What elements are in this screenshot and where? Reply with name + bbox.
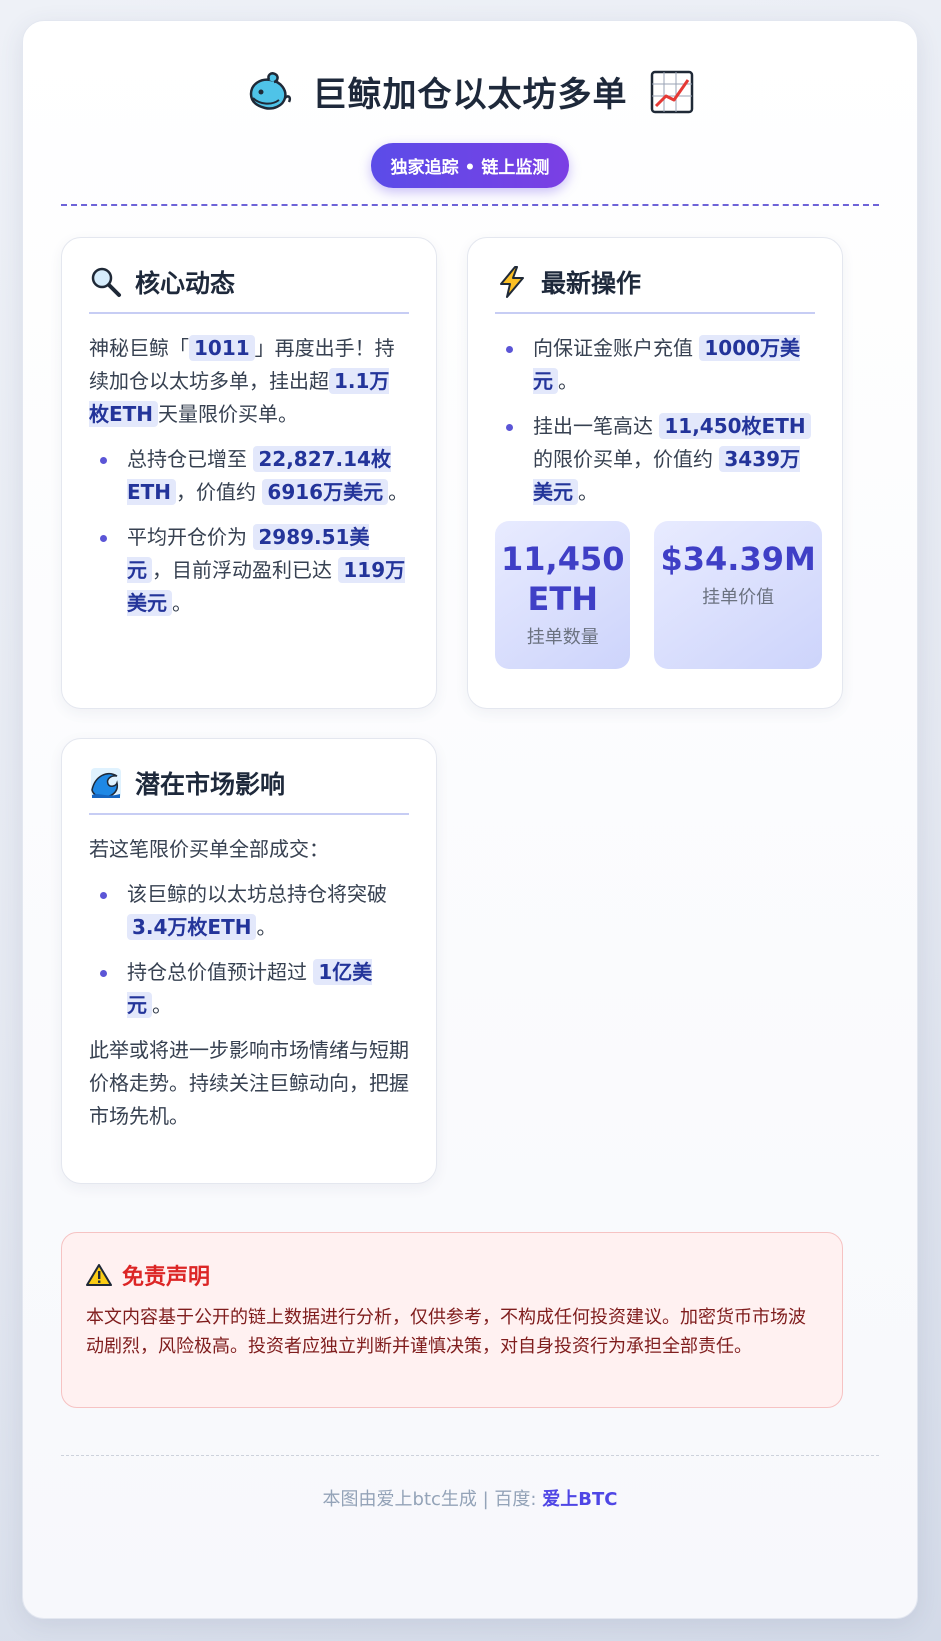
- impact-bullets: 该巨鲸的以太坊总持仓将突破 3.4万枚ETH。 持仓总价值预计超过 1亿美元。: [89, 878, 409, 1022]
- list-item: 挂出一笔高达 11,450枚ETH的限价买单，价值约 3439万美元。: [495, 410, 815, 509]
- latest-operations-card: 最新操作 向保证金账户充值 1000万美元。 挂出一笔高达 11,450枚ETH…: [467, 237, 843, 709]
- tracking-badge: 独家追踪 • 链上监测: [370, 143, 570, 188]
- stat-order-quantity: 11,450 ETH 挂单数量: [495, 521, 631, 669]
- whale-icon: [249, 71, 291, 110]
- footer-divider: [61, 1455, 879, 1456]
- warning-icon: [86, 1264, 112, 1286]
- disclaimer-title: 免责声明: [122, 1265, 211, 1290]
- card-header: 核心动态: [89, 264, 409, 314]
- infographic-card: 巨鲸加仓以太坊多单 独家追踪 • 链上监测 核心动态 神秘巨鲸「 1011 」再度出…: [22, 20, 918, 1619]
- market-impact-card: 潜在市场影响 若这笔限价买单全部成交： 该巨鲸的以太坊总持仓将突破 3.4万枚E…: [61, 738, 437, 1184]
- lightning-icon: [500, 266, 524, 298]
- page-title: 巨鲸加仓以太坊多单: [312, 75, 628, 115]
- card-header: 最新操作: [495, 264, 815, 314]
- stat-label: 挂单数量: [526, 627, 599, 648]
- footer-text: 本图由爱上btc生成 | 百度:: [322, 1489, 543, 1510]
- disclaimer-box: 免责声明 本文内容基于公开的链上数据进行分析，仅供参考，不构成任何投资建议。加密…: [61, 1232, 843, 1408]
- card-title: 潜在市场影响: [135, 770, 286, 799]
- list-item: 总持仓已增至 22,827.14枚ETH ，价值约 6916万美元。: [89, 443, 409, 509]
- ops-bullets: 向保证金账户充值 1000万美元。 挂出一笔高达 11,450枚ETH的限价买单…: [495, 332, 815, 509]
- footer-brand-link[interactable]: 爱上BTC: [542, 1489, 617, 1510]
- magnifier-icon: [91, 267, 121, 297]
- list-item: 向保证金账户充值 1000万美元。: [495, 332, 815, 398]
- impact-outro: 此举或将进一步影响市场情绪与短期价格走势。持续关注巨鲸动向，把握市场先机。: [89, 1038, 409, 1128]
- stat-label: 挂单价值: [702, 587, 775, 608]
- title-row: 巨鲸加仓以太坊多单: [23, 67, 917, 116]
- stat-value: 11,450 ETH: [501, 540, 625, 618]
- stat-order-value: $34.39M 挂单价值: [654, 521, 822, 669]
- chart-increasing-icon: [650, 70, 693, 113]
- core-dynamics-card: 核心动态 神秘巨鲸「 1011 」再度出手！持续加仓以太坊多单，挂出超 1.1万枚ET…: [61, 237, 437, 709]
- list-item: 持仓总价值预计超过 1亿美元。: [89, 956, 409, 1022]
- stat-value: $34.39M: [660, 540, 816, 578]
- whale-id-highlight: 1011: [189, 335, 255, 361]
- card-title: 核心动态: [135, 269, 236, 298]
- list-item: 平均开仓价为 2989.51美元 ，目前浮动盈利已达 119万美元。: [89, 521, 409, 620]
- impact-intro: 若这笔限价买单全部成交：: [89, 837, 329, 861]
- header-divider: [61, 204, 879, 206]
- list-item: 该巨鲸的以太坊总持仓将突破 3.4万枚ETH。: [89, 878, 409, 944]
- core-bullets: 总持仓已增至 22,827.14枚ETH ，价值约 6916万美元。 平均开仓价为…: [89, 443, 409, 620]
- footer: 本图由爱上btc生成 | 百度: 爱上BTC: [23, 1485, 917, 1511]
- wave-icon: [91, 768, 121, 798]
- card-title: 最新操作: [541, 269, 642, 298]
- disclaimer-text: 本文内容基于公开的链上数据进行分析，仅供参考，不构成任何投资建议。加密货币市场波…: [86, 1307, 806, 1357]
- stats-row: 11,450 ETH 挂单数量 $34.39M 挂单价值: [495, 521, 822, 669]
- card-header: 潜在市场影响: [89, 765, 409, 815]
- core-intro: 神秘巨鲸「 1011 」再度出手！持续加仓以太坊多单，挂出超 1.1万枚ETH 天量限价…: [89, 335, 395, 427]
